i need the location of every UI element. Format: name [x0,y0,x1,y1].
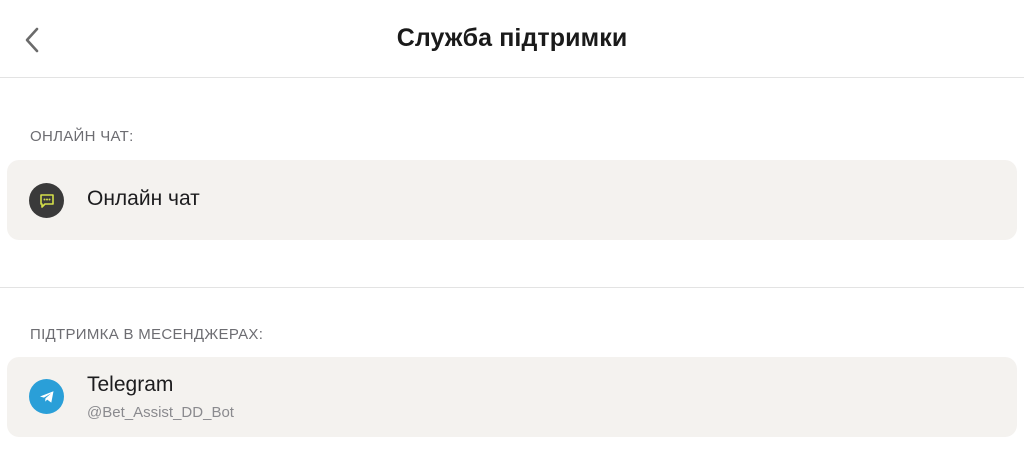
telegram-title: Telegram [87,373,174,396]
chat-bubble-icon [29,183,64,218]
top-bar: Служба підтримки [0,0,1024,78]
online-chat-text: Онлайн чат [87,187,200,211]
section-divider [0,287,1024,288]
telegram-icon [29,379,64,414]
section-label-messengers: ПІДТРИМКА В МЕСЕНДЖЕРАХ: [30,326,264,343]
telegram-item[interactable]: Telegram @Bet_Assist_DD_Bot [7,357,1017,437]
back-button[interactable] [14,22,50,58]
online-chat-item[interactable]: Онлайн чат [7,160,1017,240]
chevron-left-icon [25,27,39,53]
section-label-online-chat: ОНЛАЙН ЧАТ: [30,128,134,145]
telegram-text: Telegram @Bet_Assist_DD_Bot [87,373,234,421]
online-chat-title: Онлайн чат [87,187,200,210]
telegram-handle: @Bet_Assist_DD_Bot [87,404,234,421]
page-title: Служба підтримки [396,24,628,52]
